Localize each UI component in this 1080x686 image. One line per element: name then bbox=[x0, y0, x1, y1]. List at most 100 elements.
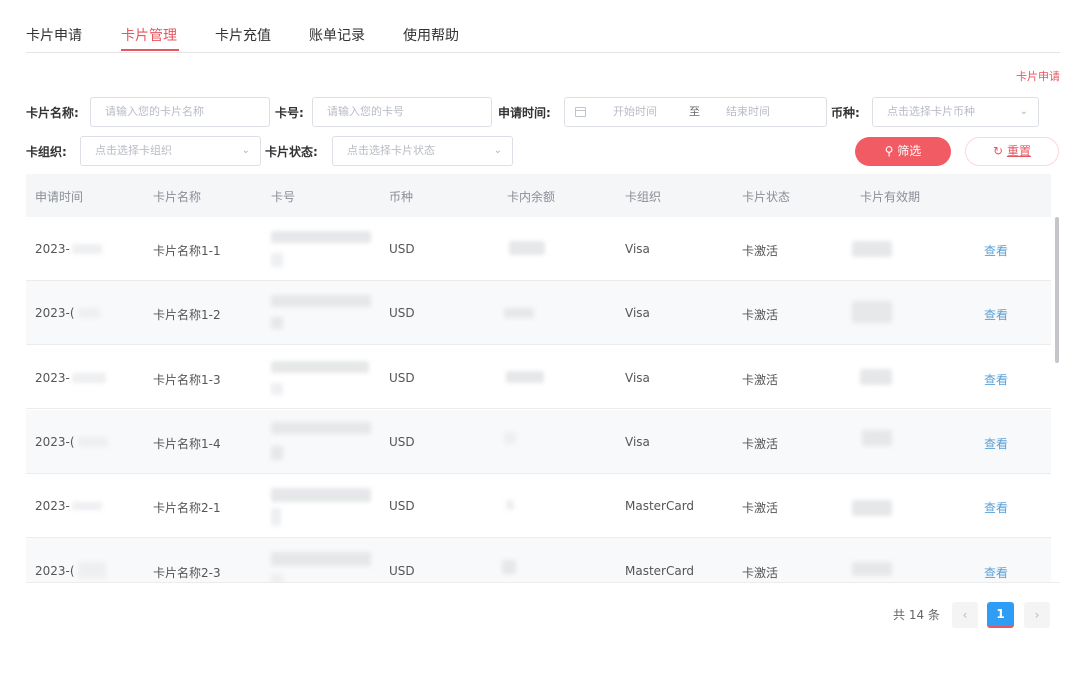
card-status-label: 卡片状态: bbox=[265, 145, 318, 159]
card-status-select[interactable]: 点击选择卡片状态 ⌄ bbox=[332, 136, 513, 166]
chevron-right-icon: › bbox=[1034, 608, 1040, 622]
redacted-validity bbox=[862, 430, 892, 446]
card-org-placeholder: 点击选择卡组织 bbox=[95, 144, 172, 157]
reset-button[interactable]: ↻ 重置 bbox=[965, 137, 1059, 166]
card-org-select[interactable]: 点击选择卡组织 ⌄ bbox=[80, 136, 261, 166]
cell-card-name: 卡片名称1-2 bbox=[153, 308, 221, 322]
card-name-label: 卡片名称: bbox=[26, 106, 79, 120]
cell-apply-time: 2023-( bbox=[35, 306, 75, 320]
redacted-card-number bbox=[271, 231, 371, 243]
view-link[interactable]: 查看 bbox=[984, 371, 1008, 388]
redacted-date bbox=[72, 244, 102, 254]
redacted-balance bbox=[506, 500, 514, 510]
cell-card-status: 卡激活 bbox=[742, 566, 779, 580]
search-icon: ⚲ bbox=[884, 144, 894, 158]
tab-card-recharge[interactable]: 卡片充值 bbox=[215, 25, 271, 45]
redacted-validity bbox=[852, 562, 892, 576]
apply-time-label: 申请时间: bbox=[498, 106, 551, 120]
calendar-icon bbox=[575, 107, 586, 117]
active-tab-indicator bbox=[121, 49, 179, 51]
table-body: 2023- 卡片名称1-1 USD Visa 卡激活 查看 2023-( 卡片名… bbox=[26, 217, 1051, 582]
cell-card-org: MasterCard bbox=[625, 499, 695, 513]
cell-apply-time: 2023-( bbox=[35, 564, 75, 578]
cell-card-org: Visa bbox=[625, 242, 650, 256]
header-currency: 币种 bbox=[389, 190, 414, 204]
currency-label: 币种: bbox=[831, 106, 860, 120]
redacted-card-number bbox=[271, 317, 283, 329]
card-number-label: 卡号: bbox=[275, 106, 304, 120]
card-status-placeholder: 点击选择卡片状态 bbox=[347, 144, 435, 157]
table-row: 2023- 卡片名称1-3 USD Visa 卡激活 查看 bbox=[26, 345, 1051, 409]
view-link[interactable]: 查看 bbox=[984, 242, 1008, 259]
card-number-placeholder: 请输入您的卡号 bbox=[327, 105, 404, 118]
redacted-balance bbox=[504, 308, 534, 318]
card-number-input[interactable]: 请输入您的卡号 bbox=[312, 97, 492, 127]
chevron-down-icon: ⌄ bbox=[1019, 106, 1028, 117]
end-time-placeholder[interactable]: 结束时间 bbox=[726, 98, 770, 126]
apply-time-range-picker[interactable]: 开始时间 至 结束时间 bbox=[564, 97, 827, 127]
header-apply-time: 申请时间 bbox=[35, 190, 84, 204]
filter-button[interactable]: ⚲ 筛选 bbox=[855, 137, 951, 166]
redacted-card-number bbox=[271, 488, 371, 502]
view-link[interactable]: 查看 bbox=[984, 564, 1008, 581]
cell-card-status: 卡激活 bbox=[742, 501, 779, 515]
view-link[interactable]: 查看 bbox=[984, 306, 1008, 323]
tab-help[interactable]: 使用帮助 bbox=[403, 25, 459, 45]
cell-currency: USD bbox=[389, 306, 415, 320]
chevron-left-icon: ‹ bbox=[962, 608, 968, 622]
chevron-down-icon: ⌄ bbox=[241, 145, 250, 156]
currency-select[interactable]: 点击选择卡片币种 ⌄ bbox=[872, 97, 1039, 127]
redacted-validity bbox=[860, 369, 892, 385]
cell-currency: USD bbox=[389, 499, 415, 513]
tab-billing-records[interactable]: 账单记录 bbox=[309, 25, 365, 45]
table-scrollbar[interactable] bbox=[1055, 217, 1059, 363]
header-balance: 卡内余额 bbox=[507, 190, 556, 204]
card-apply-link[interactable]: 卡片申请 bbox=[1016, 68, 1060, 84]
redacted-card-number bbox=[271, 508, 281, 526]
range-separator: 至 bbox=[689, 105, 700, 118]
cell-card-status: 卡激活 bbox=[742, 437, 779, 451]
view-link[interactable]: 查看 bbox=[984, 499, 1008, 516]
cell-currency: USD bbox=[389, 435, 415, 449]
refresh-icon: ↻ bbox=[993, 144, 1004, 158]
cell-apply-time: 2023- bbox=[35, 499, 70, 513]
cell-card-org: Visa bbox=[625, 371, 650, 385]
total-count: 共 14 条 bbox=[893, 608, 940, 622]
table-header: 申请时间 卡片名称 卡号 币种 卡内余额 卡组织 卡片状态 卡片有效期 bbox=[26, 174, 1051, 217]
cell-card-org: Visa bbox=[625, 435, 650, 449]
tab-card-apply[interactable]: 卡片申请 bbox=[26, 25, 82, 45]
redacted-balance bbox=[506, 371, 544, 383]
chevron-down-icon: ⌄ bbox=[493, 145, 502, 156]
redacted-card-number bbox=[271, 295, 371, 307]
redacted-card-number bbox=[271, 446, 283, 460]
cell-card-name: 卡片名称1-3 bbox=[153, 373, 221, 387]
cell-card-org: MasterCard bbox=[625, 564, 695, 578]
table-row: 2023- 卡片名称1-1 USD Visa 卡激活 查看 bbox=[26, 217, 1051, 281]
card-org-label: 卡组织: bbox=[26, 145, 67, 159]
redacted-validity bbox=[852, 301, 892, 323]
cell-card-status: 卡激活 bbox=[742, 308, 779, 322]
redacted-balance bbox=[509, 241, 545, 255]
cell-currency: USD bbox=[389, 371, 415, 385]
page-1-button[interactable]: 1 bbox=[987, 602, 1014, 628]
cell-apply-time: 2023- bbox=[35, 371, 70, 385]
cell-card-name: 卡片名称1-1 bbox=[153, 244, 221, 258]
start-time-placeholder[interactable]: 开始时间 bbox=[613, 98, 657, 126]
cell-card-org: Visa bbox=[625, 306, 650, 320]
prev-page-button[interactable]: ‹ bbox=[952, 602, 978, 628]
redacted-card-number bbox=[271, 552, 371, 566]
table-row: 2023- 卡片名称2-1 USD MasterCard 卡激活 查看 bbox=[26, 474, 1051, 538]
filter-button-label: 筛选 bbox=[897, 144, 922, 158]
view-link[interactable]: 查看 bbox=[984, 435, 1008, 452]
tab-bar: 卡片申请 卡片管理 卡片充值 账单记录 使用帮助 bbox=[26, 0, 1060, 53]
next-page-button[interactable]: › bbox=[1024, 602, 1050, 628]
card-name-input[interactable]: 请输入您的卡片名称 bbox=[90, 97, 270, 127]
tab-card-manage[interactable]: 卡片管理 bbox=[121, 25, 177, 45]
header-card-validity: 卡片有效期 bbox=[860, 190, 921, 204]
redacted-balance bbox=[502, 560, 516, 574]
redacted-card-number bbox=[271, 361, 369, 373]
redacted-validity bbox=[852, 241, 892, 257]
cell-currency: USD bbox=[389, 242, 415, 256]
cell-card-status: 卡激活 bbox=[742, 373, 779, 387]
cell-card-name: 卡片名称2-3 bbox=[153, 566, 221, 580]
